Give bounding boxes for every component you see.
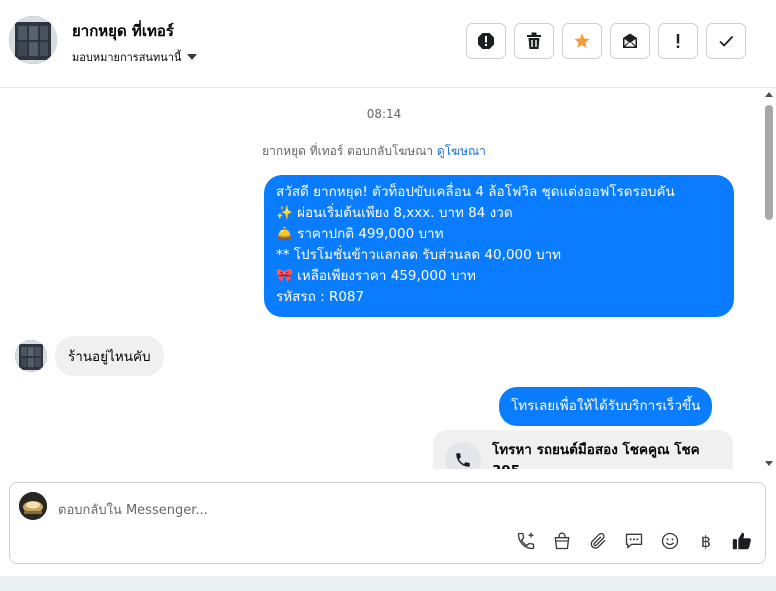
message-thread: 08:14 ยากหยุด ที่เทอร์ ตอบกลับโฆษณา ดูโฆ… xyxy=(0,89,776,469)
incoming-message-row: ร้านอยู่ไหนคับ xyxy=(15,336,164,376)
view-ad-link[interactable]: ดูโฆษณา xyxy=(437,144,486,158)
thumbs-up-icon xyxy=(732,532,751,550)
scroll-down-arrow-icon[interactable] xyxy=(765,461,773,466)
call-add-button[interactable] xyxy=(515,530,537,552)
ad-reply-notice: ยากหยุด ที่เทอร์ ตอบกลับโฆษณา ดูโฆษณา xyxy=(0,142,748,161)
done-check-icon xyxy=(719,35,734,47)
scroll-up-arrow-icon[interactable] xyxy=(765,92,773,97)
message-line: รหัสรถ : R087 xyxy=(276,289,365,305)
message-line: 🎀 เหลือเพียงราคา 459,000 บาท xyxy=(276,268,476,284)
mark-spam-button[interactable] xyxy=(466,23,506,59)
contact-name[interactable]: ยากหยุด ที่เทอร์ xyxy=(72,19,174,43)
composer-toolbar: ฿ xyxy=(515,530,753,552)
message-line: 🛎️ ราคาปกติ 499,000 บาท xyxy=(276,226,444,242)
chat-bubble-icon xyxy=(625,533,643,549)
delete-button[interactable] xyxy=(514,23,554,59)
mark-done-button[interactable] xyxy=(706,23,746,59)
trash-icon xyxy=(527,32,541,49)
reply-input[interactable]: ตอบกลับใน Messenger... xyxy=(58,499,208,520)
messenger-inbox-conversation: ยากหยุด ที่เทอร์ มอบหมายการสนทนานี้ 08:1… xyxy=(0,0,776,591)
call-card-title: โทรหา รถยนต์มือสอง โชคคูณ โชค 395 xyxy=(492,442,700,469)
attach-button[interactable] xyxy=(587,530,609,552)
conversation-header: ยากหยุด ที่เทอร์ มอบหมายการสนทนานี้ xyxy=(0,0,776,88)
assign-label: มอบหมายการสนทนานี้ xyxy=(72,51,182,64)
message-line: ** โปรโมชั่นข้าวแลกลด รับส่วนลด 40,000 บ… xyxy=(276,247,562,263)
saved-replies-button[interactable] xyxy=(623,530,645,552)
follow-up-icon xyxy=(676,34,680,48)
paperclip-icon xyxy=(590,532,606,549)
phone-add-icon xyxy=(517,532,535,550)
spam-icon xyxy=(478,33,494,49)
contact-avatar-small[interactable] xyxy=(15,340,47,372)
contact-avatar[interactable] xyxy=(9,16,57,64)
star-button[interactable] xyxy=(562,23,602,59)
call-button-card[interactable]: โทรหา รถยนต์มือสอง โชคคูณ โชค 395 xyxy=(433,430,733,469)
call-icon-circle xyxy=(445,442,481,469)
scrollbar-thumb[interactable] xyxy=(765,105,773,220)
follow-up-button[interactable] xyxy=(658,23,698,59)
shopping-bag-icon xyxy=(554,532,570,550)
page-avatar xyxy=(19,492,47,520)
outgoing-message[interactable]: โทรเลยเพื่อให้ได้รับบริการเร็วขึ้น xyxy=(499,387,713,426)
timestamp: 08:14 xyxy=(366,107,402,121)
caret-down-icon xyxy=(187,54,198,60)
star-icon xyxy=(574,33,590,48)
page-footer-strip xyxy=(0,576,776,591)
baht-icon: ฿ xyxy=(700,531,712,551)
thread-scrollbar[interactable] xyxy=(762,89,776,469)
message-composer[interactable]: ตอบกลับใน Messenger... ฿ xyxy=(9,482,766,564)
like-button[interactable] xyxy=(731,530,753,552)
message-line: สวัสดี ยากหยุด! ตัวท็อปขับเคลื่อน 4 ล้อโ… xyxy=(276,184,675,200)
emoji-icon xyxy=(661,532,679,550)
conversation-actions xyxy=(466,23,746,59)
message-line: ✨ ผ่อนเริ่มต้นเพียง 8,xxx. บาท 84 งวด xyxy=(276,205,513,221)
mark-unread-icon xyxy=(623,33,637,48)
outgoing-message[interactable]: สวัสดี ยากหยุด! ตัวท็อปขับเคลื่อน 4 ล้อโ… xyxy=(264,175,734,317)
ad-reply-text: ยากหยุด ที่เทอร์ ตอบกลับโฆษณา xyxy=(262,144,434,158)
payment-button[interactable]: ฿ xyxy=(695,530,717,552)
emoji-button[interactable] xyxy=(659,530,681,552)
shop-button[interactable] xyxy=(551,530,573,552)
mark-unread-button[interactable] xyxy=(610,23,650,59)
phone-icon xyxy=(456,453,470,467)
assign-conversation-dropdown[interactable]: มอบหมายการสนทนานี้ xyxy=(72,48,198,66)
incoming-message[interactable]: ร้านอยู่ไหนคับ xyxy=(55,336,164,376)
